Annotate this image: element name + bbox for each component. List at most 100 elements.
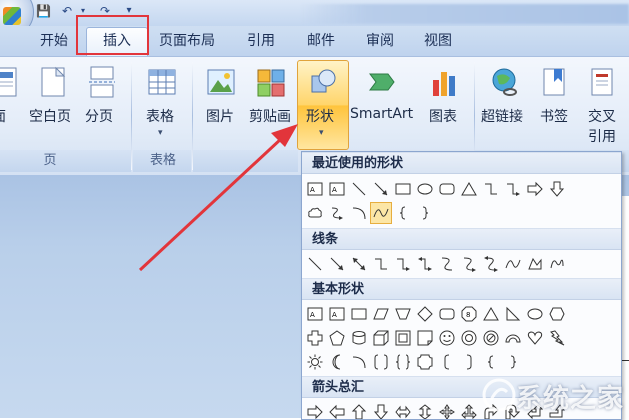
right-triangle-shape-icon[interactable] [502,303,524,325]
tab-references[interactable]: 引用 [238,26,284,56]
oval-shape-icon[interactable] [414,178,436,200]
title-bar-blurred [300,4,629,24]
shapes-button-content[interactable]: 形状 ▾ [299,62,347,148]
octagon-shape-icon[interactable]: 8 [458,303,480,325]
rounded-rect-shape-icon[interactable] [436,178,458,200]
right-brace-shape-icon[interactable] [502,351,524,373]
arc-shape-icon[interactable] [348,202,370,224]
double-arrow-line-shape-icon[interactable] [348,253,370,275]
tab-mailings[interactable]: 邮件 [298,26,344,56]
rectangle-shape-icon[interactable] [392,178,414,200]
cross-shape-icon[interactable] [304,327,326,349]
freeform-shape-icon[interactable] [524,253,546,275]
line-shape-icon[interactable] [304,253,326,275]
up-down-arrow-shape-icon[interactable] [414,401,436,419]
arrow-line-shape-icon[interactable] [370,178,392,200]
curve-shape-icon[interactable] [370,202,392,224]
elbow-connector-shape-icon[interactable] [480,178,502,200]
office-logo-icon [3,7,21,25]
left-arrow-shape-icon[interactable] [326,401,348,419]
heart-shape-icon[interactable] [524,327,546,349]
rounded-rect-shape-icon[interactable] [436,303,458,325]
recent-shapes-row-1: A A [302,178,621,200]
bevel-shape-icon[interactable] [392,327,414,349]
arrow-line-shape-icon[interactable] [326,253,348,275]
quad-arrow-shape-icon[interactable] [436,401,458,419]
right-arrow-shape-icon[interactable] [304,401,326,419]
down-arrow-shape-icon[interactable] [546,178,568,200]
blank-page-button[interactable]: 空白页 [27,62,77,148]
right-arrow-shape-icon[interactable] [524,178,546,200]
lightning-bolt-shape-icon[interactable] [546,327,568,349]
smartart-button[interactable]: SmartArt [350,62,418,148]
up-arrow-shape-icon[interactable] [348,401,370,419]
left-brace-shape-icon[interactable] [480,351,502,373]
smiley-face-shape-icon[interactable] [436,327,458,349]
clipart-button[interactable]: 剪贴画 [247,62,295,148]
textbox-shape-icon[interactable]: A [304,178,326,200]
textbox-shape-icon[interactable]: A [304,303,326,325]
elbow-arrow-connector-shape-icon[interactable] [502,178,524,200]
shapes-icon [311,69,336,93]
tab-home[interactable]: 开始 [30,26,78,56]
sun-shape-icon[interactable] [304,351,326,373]
curve-shape-icon[interactable] [502,253,524,275]
bookmark-icon [543,68,565,96]
right-bracket-shape-icon[interactable] [458,351,480,373]
cover-page-button[interactable]: 面 [0,62,20,148]
pentagon-shape-icon[interactable] [326,327,348,349]
right-brace-shape-icon[interactable] [414,202,436,224]
left-right-arrow-shape-icon[interactable] [392,401,414,419]
down-arrow-shape-icon[interactable] [370,401,392,419]
curved-arrow-connector-shape-icon[interactable] [458,253,480,275]
basic-shapes-row-3 [302,351,621,373]
tab-review[interactable]: 审阅 [357,26,403,56]
arc-shape-icon[interactable] [348,351,370,373]
line-shape-icon[interactable] [348,178,370,200]
trapezoid-shape-icon[interactable] [392,303,414,325]
no-symbol-shape-icon[interactable] [480,327,502,349]
vertical-textbox-shape-icon[interactable]: A [326,178,348,200]
vertical-textbox-shape-icon[interactable]: A [326,303,348,325]
undo-icon[interactable]: ↶ [60,4,74,18]
page-break-icon [89,66,115,98]
hexagon-shape-icon[interactable] [546,303,568,325]
bookmark-button[interactable]: 书签 [537,62,573,148]
cross-reference-button[interactable]: 交叉 引用 [584,62,624,148]
picture-button[interactable]: 图片 [203,62,239,148]
table-icon [148,69,176,95]
curved-double-arrow-connector-shape-icon[interactable] [480,253,502,275]
tab-page-layout[interactable]: 页面布局 [152,26,222,56]
cube-shape-icon[interactable] [370,327,392,349]
block-arc-shape-icon[interactable] [502,327,524,349]
lines-header: 线条 [302,228,621,250]
rectangle-shape-icon[interactable] [348,303,370,325]
donut-shape-icon[interactable] [458,327,480,349]
left-brace-shape-icon[interactable] [392,202,414,224]
parallelogram-shape-icon[interactable] [370,303,392,325]
cloud-shape-icon[interactable] [304,202,326,224]
moon-shape-icon[interactable] [326,351,348,373]
chart-button[interactable]: 图表 [425,62,465,148]
left-bracket-shape-icon[interactable] [436,351,458,373]
table-button[interactable]: 表格 ▾ [140,62,184,148]
folded-corner-shape-icon[interactable] [414,327,436,349]
hyperlink-button[interactable]: 超链接 [481,62,529,148]
oval-shape-icon[interactable] [524,303,546,325]
tab-view[interactable]: 视图 [415,26,461,56]
triangle-shape-icon[interactable] [458,178,480,200]
double-bracket-shape-icon[interactable] [370,351,392,373]
elbow-arrow-connector-shape-icon[interactable] [392,253,414,275]
page-break-button[interactable]: 分页 [82,62,122,148]
double-brace-shape-icon[interactable] [392,351,414,373]
can-shape-icon[interactable] [348,327,370,349]
elbow-double-arrow-connector-shape-icon[interactable] [414,253,436,275]
scribble-shape-icon[interactable] [546,253,568,275]
curved-arrow-shape-icon[interactable] [326,202,348,224]
diamond-shape-icon[interactable] [414,303,436,325]
curved-connector-shape-icon[interactable] [436,253,458,275]
plaque-shape-icon[interactable] [414,351,436,373]
save-icon[interactable]: 💾 [36,4,51,18]
elbow-connector-shape-icon[interactable] [370,253,392,275]
isosceles-triangle-shape-icon[interactable] [480,303,502,325]
